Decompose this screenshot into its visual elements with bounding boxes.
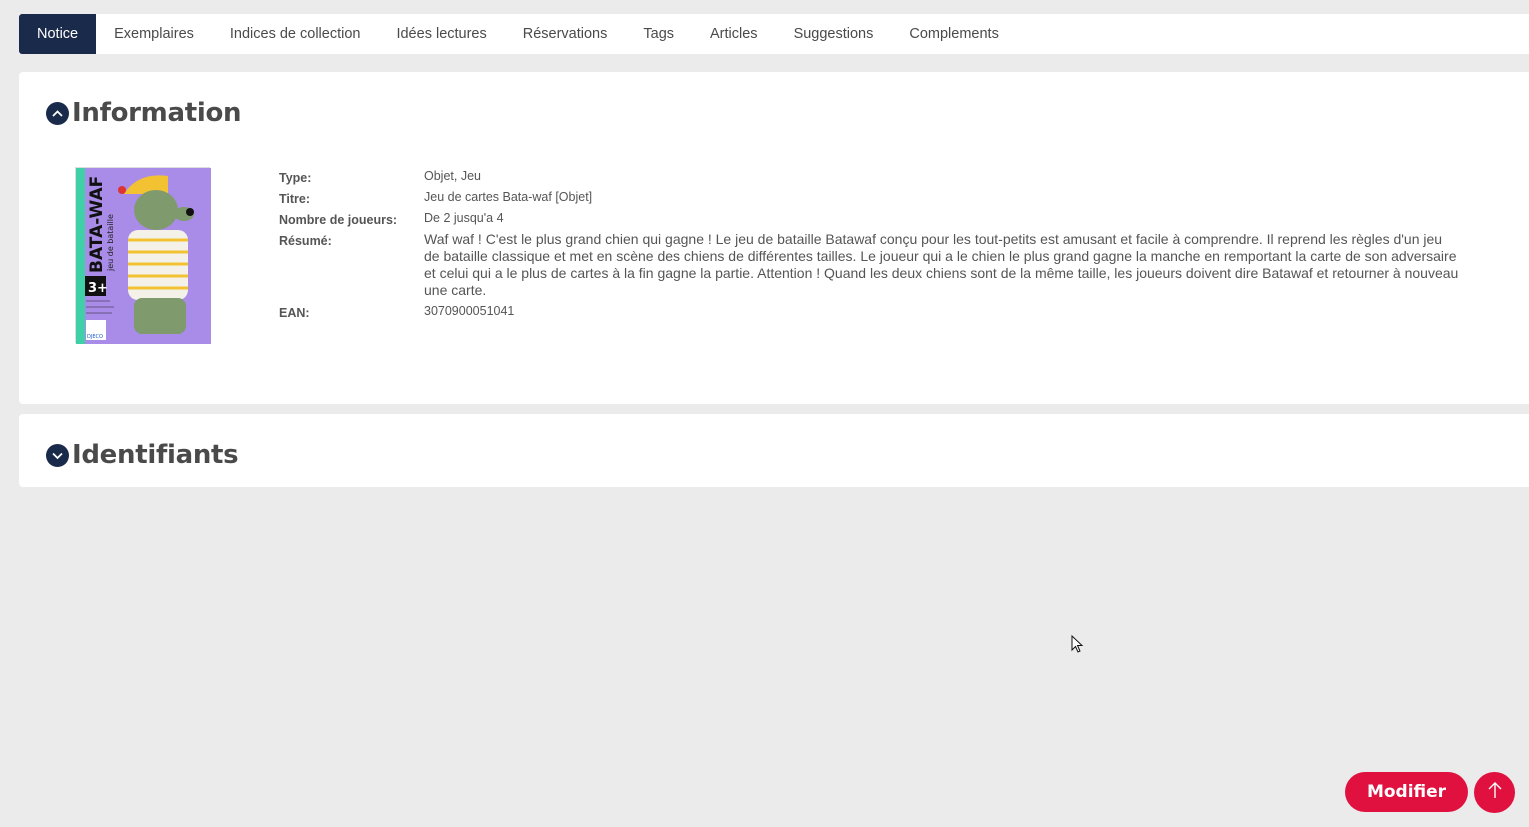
field-label: Résumé: bbox=[279, 234, 332, 248]
notice-details: Type: Objet, Jeu Titre: Jeu de cartes Ba… bbox=[279, 168, 1459, 324]
cover-age-text: 3+ bbox=[88, 281, 108, 296]
field-resume: Résumé: Waf waf ! C'est le plus grand ch… bbox=[279, 231, 1459, 299]
information-header[interactable]: Information bbox=[46, 98, 242, 128]
field-label: Type: bbox=[279, 171, 312, 185]
modifier-button[interactable]: Modifier bbox=[1345, 772, 1468, 812]
tab-complements[interactable]: Complements bbox=[891, 14, 1016, 54]
field-value: De 2 jusqu'a 4 bbox=[424, 211, 504, 225]
tab-notice[interactable]: Notice bbox=[19, 14, 97, 54]
field-value: 3070900051041 bbox=[424, 304, 515, 318]
tab-bar: Notice Exemplaires Indices de collection… bbox=[19, 14, 1529, 54]
tab-reservations[interactable]: Réservations bbox=[505, 14, 626, 54]
identifiants-panel: Identifiants bbox=[19, 414, 1529, 487]
cover-brand-text: DJECO bbox=[87, 334, 103, 340]
tab-indices-de-collection[interactable]: Indices de collection bbox=[212, 14, 379, 54]
tab-articles[interactable]: Articles bbox=[692, 14, 776, 54]
information-title: Information bbox=[72, 98, 242, 128]
tab-tags[interactable]: Tags bbox=[625, 14, 692, 54]
field-titre: Titre: Jeu de cartes Bata-waf [Objet] bbox=[279, 189, 1459, 206]
field-value: Objet, Jeu bbox=[424, 169, 481, 183]
tab-idees-lectures[interactable]: Idées lectures bbox=[378, 14, 504, 54]
field-nombre-de-joueurs: Nombre de joueurs: De 2 jusqu'a 4 bbox=[279, 210, 1459, 227]
cover-title-text: BATA-WAF bbox=[87, 176, 107, 273]
field-label: EAN: bbox=[279, 306, 310, 320]
information-panel: Information BATA-WAF jeu de bataille 3+ … bbox=[19, 72, 1529, 404]
field-ean: EAN: 3070900051041 bbox=[279, 303, 1459, 320]
cover-subtitle-text: jeu de bataille bbox=[106, 214, 115, 272]
arrow-up-icon bbox=[1486, 780, 1504, 805]
scroll-top-button[interactable] bbox=[1474, 772, 1515, 813]
cover-image: BATA-WAF jeu de bataille 3+ DJECO bbox=[75, 167, 211, 344]
field-value: Waf waf ! C'est le plus grand chien qui … bbox=[424, 231, 1459, 298]
field-value: Jeu de cartes Bata-waf [Objet] bbox=[424, 190, 593, 204]
field-label: Nombre de joueurs: bbox=[279, 213, 398, 227]
field-type: Type: Objet, Jeu bbox=[279, 168, 1459, 185]
identifiants-title: Identifiants bbox=[72, 440, 239, 470]
identifiants-header[interactable]: Identifiants bbox=[46, 440, 239, 470]
chevron-up-icon[interactable] bbox=[46, 101, 69, 125]
mouse-cursor-icon bbox=[1071, 634, 1085, 660]
chevron-down-icon[interactable] bbox=[46, 443, 69, 467]
tab-exemplaires[interactable]: Exemplaires bbox=[96, 14, 212, 54]
tab-suggestions[interactable]: Suggestions bbox=[776, 14, 892, 54]
field-label: Titre: bbox=[279, 192, 311, 206]
